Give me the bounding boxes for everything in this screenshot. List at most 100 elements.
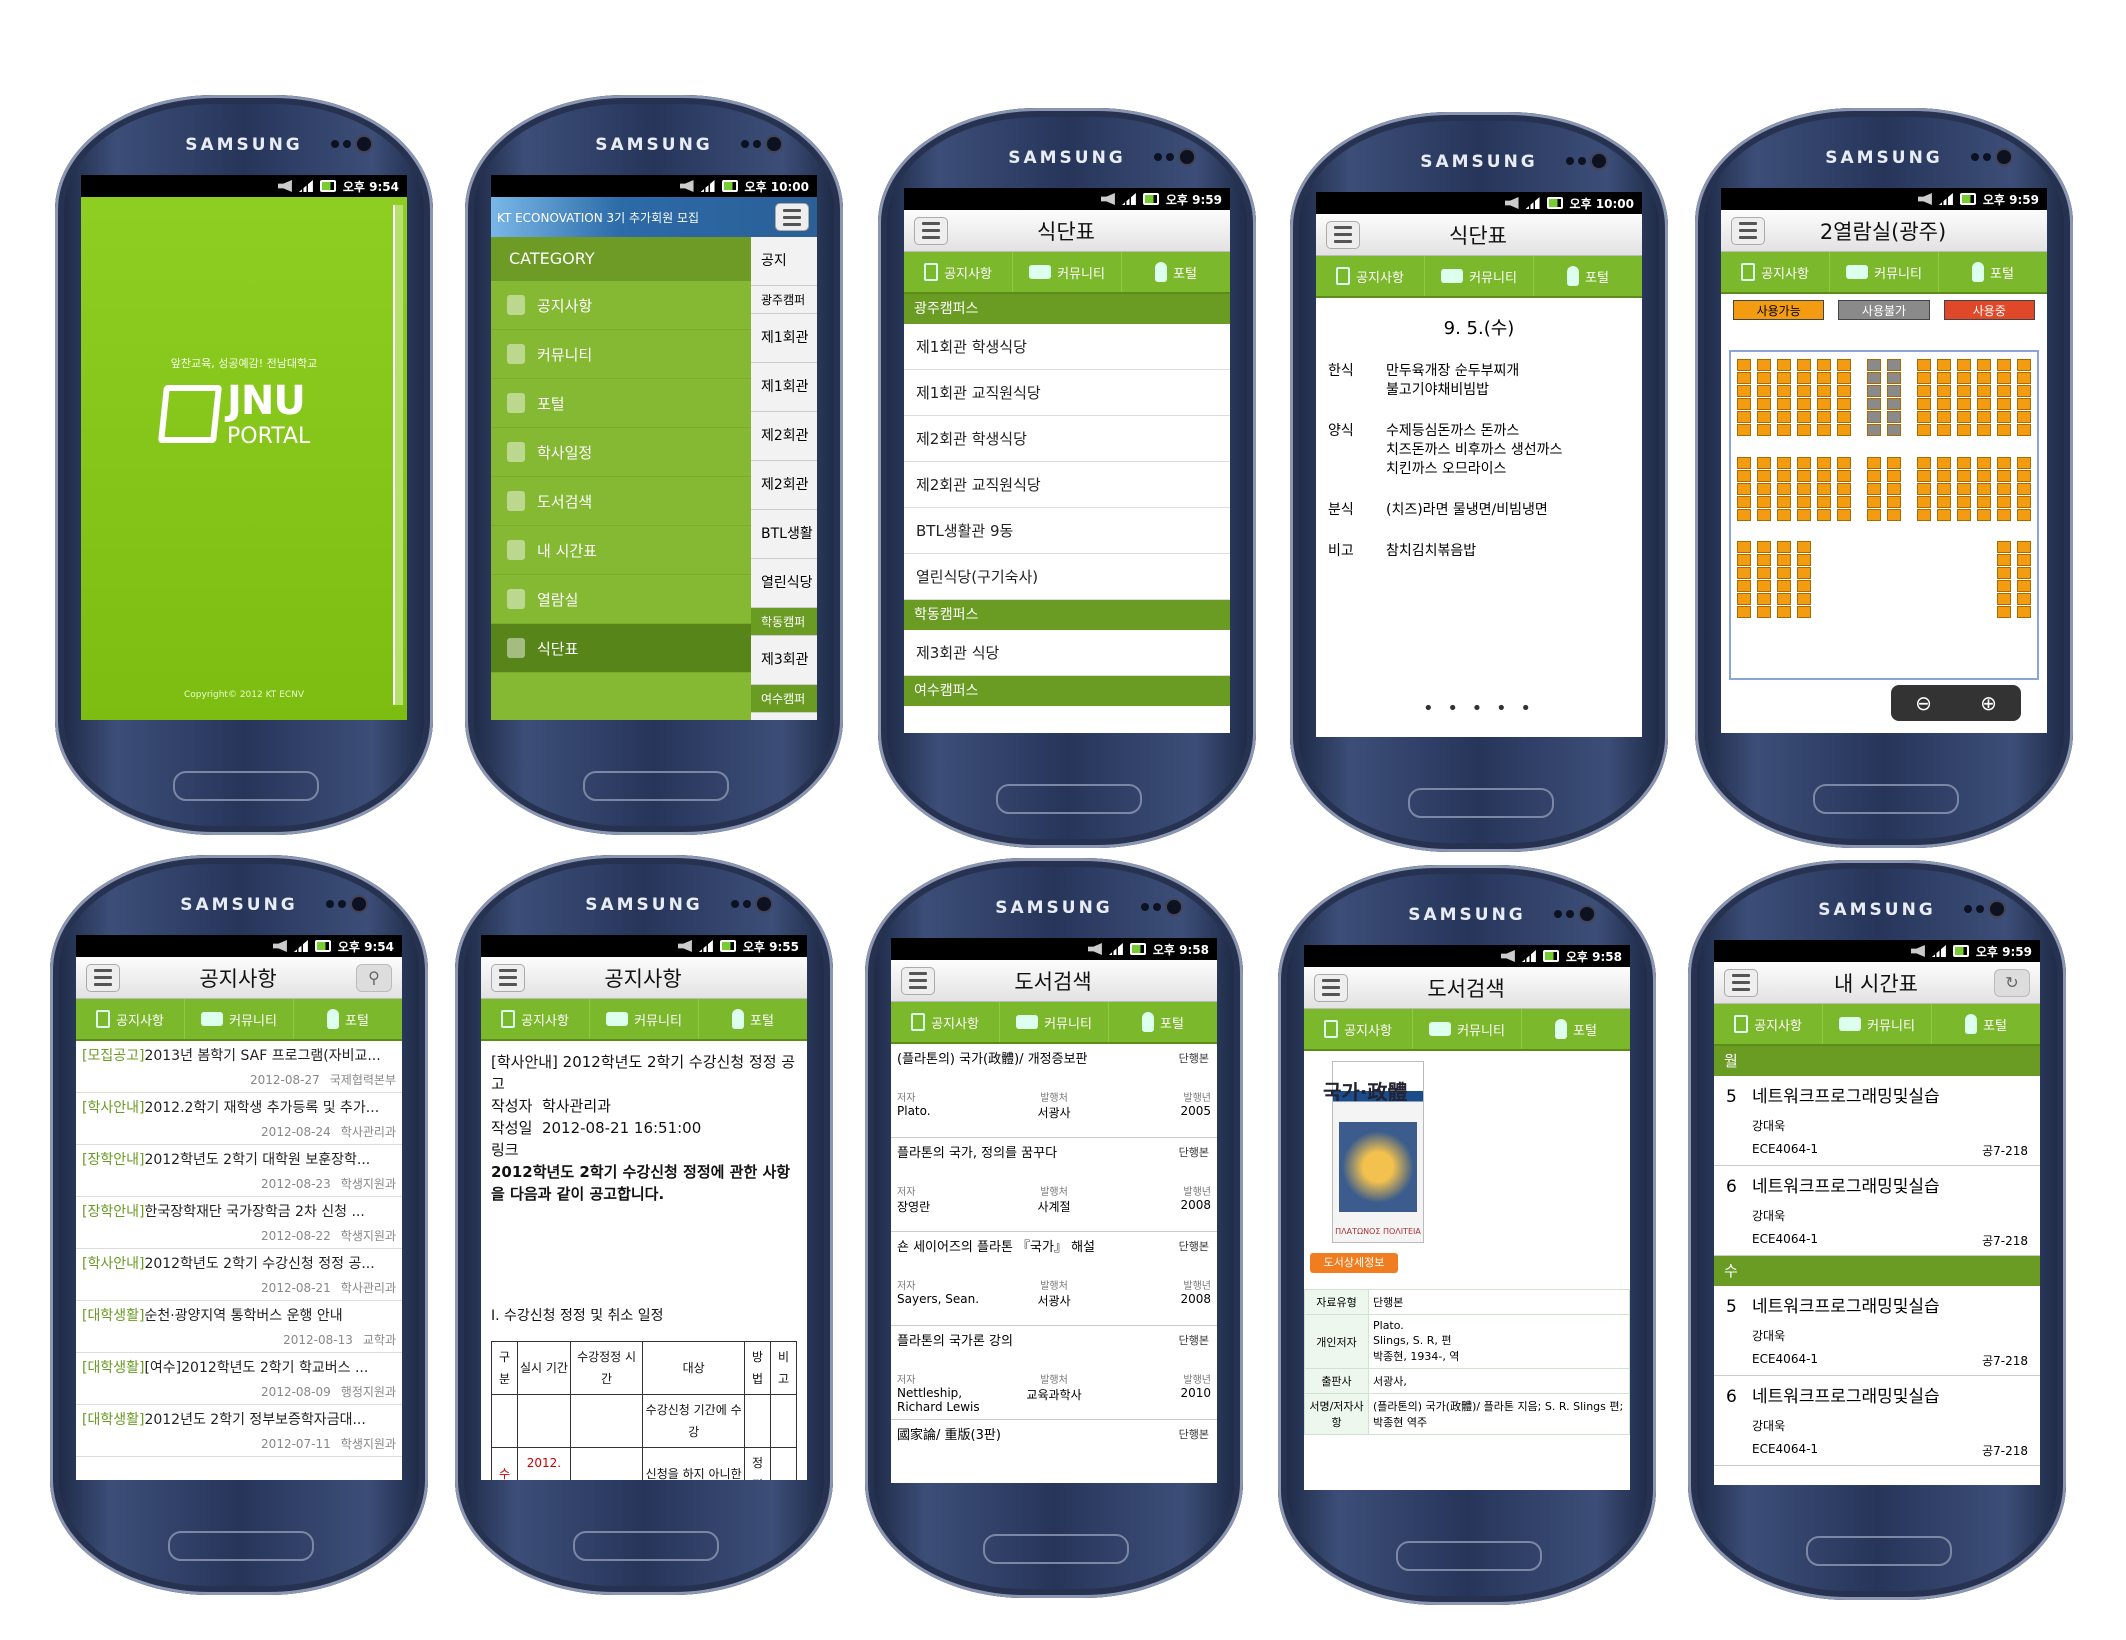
book-row[interactable]: 플라톤의 국가, 정의를 꿈꾸다 단행본 저자 장영란 발행처 사계절 발행년 2008 <box>891 1138 1217 1232</box>
seat[interactable] <box>1757 593 1771 605</box>
seat[interactable] <box>1957 372 1971 384</box>
tab-community[interactable]: 커뮤니티 <box>1013 252 1122 292</box>
seat[interactable] <box>1837 457 1851 469</box>
seat[interactable] <box>1777 359 1791 371</box>
seat[interactable] <box>1957 398 1971 410</box>
seat[interactable] <box>1917 359 1931 371</box>
seat[interactable] <box>1817 385 1831 397</box>
seat[interactable] <box>1887 398 1901 410</box>
seat[interactable] <box>1837 496 1851 508</box>
seat[interactable] <box>1737 483 1751 495</box>
seat[interactable] <box>1837 359 1851 371</box>
seat[interactable] <box>2017 385 2031 397</box>
seat[interactable] <box>1917 372 1931 384</box>
tab-community[interactable]: 커뮤니티 <box>590 999 699 1039</box>
seat[interactable] <box>1817 457 1831 469</box>
tab-notice[interactable]: 공지사항 <box>1714 1004 1823 1044</box>
seat[interactable] <box>1887 411 1901 423</box>
seat[interactable] <box>1777 398 1791 410</box>
seat[interactable] <box>1867 411 1881 423</box>
tab-notice[interactable]: 공지사항 <box>76 999 185 1039</box>
cafeteria-row[interactable]: 열린식당(구기숙사) <box>904 554 1230 600</box>
seat[interactable] <box>1757 398 1771 410</box>
seat[interactable] <box>1977 457 1991 469</box>
seat[interactable] <box>1737 359 1751 371</box>
seat-map[interactable] <box>1729 350 2039 680</box>
seat[interactable] <box>1937 457 1951 469</box>
seat[interactable] <box>1777 541 1791 553</box>
seat[interactable] <box>1757 496 1771 508</box>
seat[interactable] <box>1817 411 1831 423</box>
seat[interactable] <box>1797 424 1811 436</box>
seat[interactable] <box>1937 372 1951 384</box>
book-row[interactable]: 숀 세이어즈의 플라톤 『국가』 해설 단행본 저자 Sayers, Sean. 발행처… <box>891 1232 1217 1326</box>
category-item-notice[interactable]: 공지사항 <box>491 281 751 330</box>
notice-row[interactable]: [대학생활][여수]2012학년도 2학기 학교버스 ... 2012-08-09… <box>76 1353 402 1405</box>
seat[interactable] <box>1957 424 1971 436</box>
seat[interactable] <box>1797 554 1811 566</box>
tab-portal[interactable]: 포털 <box>1109 1002 1217 1042</box>
seat[interactable] <box>1777 606 1791 618</box>
seat[interactable] <box>1917 457 1931 469</box>
seat[interactable] <box>1917 509 1931 521</box>
cafeteria-row[interactable]: 제1회관 학생식당 <box>904 324 1230 370</box>
category-item-community[interactable]: 커뮤니티 <box>491 330 751 379</box>
notice-link[interactable]: 링크 <box>491 1139 797 1161</box>
seat[interactable] <box>1737 470 1751 482</box>
seat[interactable] <box>1997 372 2011 384</box>
seat[interactable] <box>1797 593 1811 605</box>
seat[interactable] <box>1957 496 1971 508</box>
seat[interactable] <box>2017 372 2031 384</box>
tab-notice[interactable]: 공지사항 <box>481 999 590 1039</box>
cafeteria-row[interactable]: BTL생활관 9동 <box>904 508 1230 554</box>
seat[interactable] <box>1937 424 1951 436</box>
seat[interactable] <box>1737 509 1751 521</box>
tab-portal[interactable]: 포털 <box>1939 252 2047 292</box>
category-item-timetable[interactable]: 내 시간표 <box>491 526 751 575</box>
seat[interactable] <box>2017 398 2031 410</box>
seat[interactable] <box>1977 359 1991 371</box>
seat[interactable] <box>1817 496 1831 508</box>
seat[interactable] <box>1797 483 1811 495</box>
seat[interactable] <box>1957 457 1971 469</box>
seat[interactable] <box>1937 411 1951 423</box>
book-row[interactable]: (플라톤의) 국가(政體)/ 개정증보판 단행본 저자 Plato. 발행처 서광사 발행년… <box>891 1044 1217 1138</box>
seat[interactable] <box>1777 593 1791 605</box>
category-item-schedule[interactable]: 학사일정 <box>491 428 751 477</box>
seat[interactable] <box>2017 541 2031 553</box>
cafeteria-row[interactable]: 제2회관 학생식당 <box>904 416 1230 462</box>
seat[interactable] <box>1777 411 1791 423</box>
seat[interactable] <box>1917 385 1931 397</box>
seat[interactable] <box>1867 359 1881 371</box>
seat[interactable] <box>2017 554 2031 566</box>
seat[interactable] <box>1837 424 1851 436</box>
seat[interactable] <box>1917 496 1931 508</box>
cafeteria-row[interactable]: 제1회관 교직원식당 <box>904 370 1230 416</box>
seat[interactable] <box>1757 606 1771 618</box>
seat[interactable] <box>1797 359 1811 371</box>
seat[interactable] <box>1737 411 1751 423</box>
seat[interactable] <box>2017 411 2031 423</box>
seat[interactable] <box>1737 580 1751 592</box>
seat[interactable] <box>1997 470 2011 482</box>
seat[interactable] <box>1917 398 1931 410</box>
seat[interactable] <box>1797 509 1811 521</box>
category-item-portal[interactable]: 포털 <box>491 379 751 428</box>
seat[interactable] <box>1737 496 1751 508</box>
seat[interactable] <box>2017 470 2031 482</box>
tab-community[interactable]: 커뮤니티 <box>185 999 294 1039</box>
seat[interactable] <box>1757 567 1771 579</box>
seat[interactable] <box>1887 496 1901 508</box>
menu-button[interactable] <box>491 963 525 992</box>
seat[interactable] <box>1937 470 1951 482</box>
seat[interactable] <box>1737 606 1751 618</box>
seat[interactable] <box>1837 483 1851 495</box>
tab-portal[interactable]: 포털 <box>1932 1004 2040 1044</box>
seat[interactable] <box>1757 541 1771 553</box>
timetable-class-row[interactable]: 5 네트워크프로그래밍및실습 강대욱 ECE4064-1 공7-218 <box>1714 1286 2040 1376</box>
seat[interactable] <box>1977 496 1991 508</box>
seat[interactable] <box>2017 496 2031 508</box>
seat[interactable] <box>1777 483 1791 495</box>
seat[interactable] <box>1797 457 1811 469</box>
tab-notice[interactable]: 공지사항 <box>1721 252 1830 292</box>
